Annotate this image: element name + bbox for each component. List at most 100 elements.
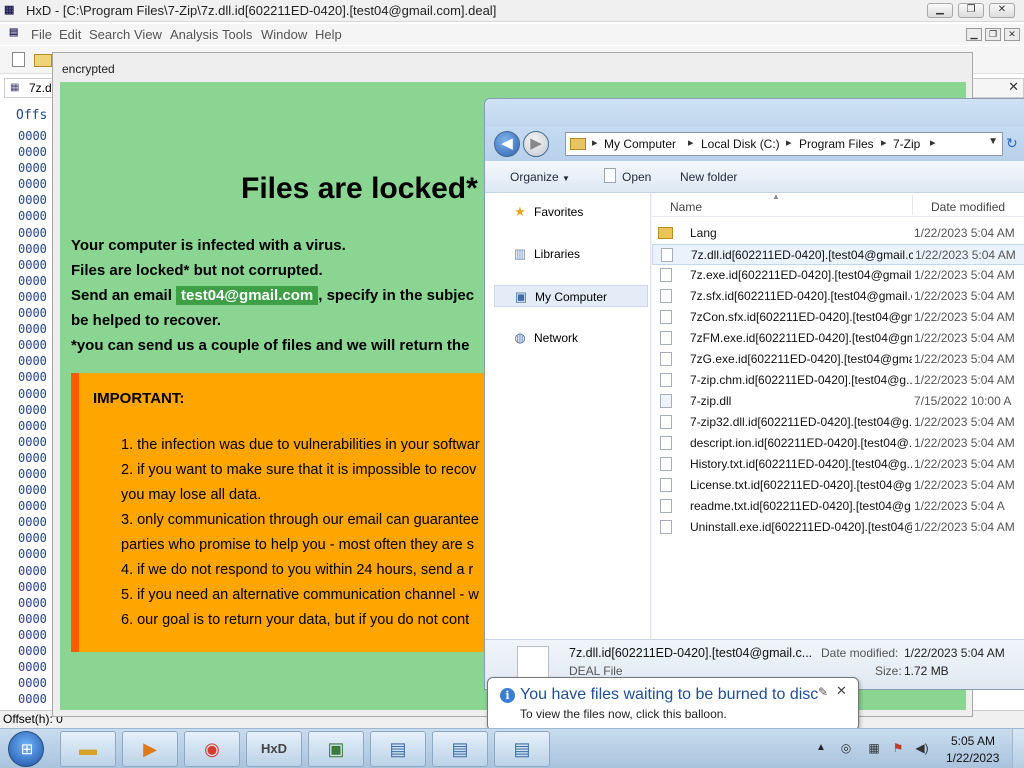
close-icon[interactable]: ✕ xyxy=(836,683,847,699)
file-row[interactable]: Uninstall.exe.id[602211ED-0420].[test04@… xyxy=(652,517,1024,538)
ransom-window-title: encrypted xyxy=(62,62,115,76)
new-folder-button[interactable]: New folder xyxy=(680,170,737,184)
file-row[interactable]: Lang 1/22/2023 5:04 AM xyxy=(652,223,1024,244)
menu-view[interactable]: View xyxy=(134,27,162,42)
offset-row: 0000 xyxy=(18,129,47,143)
mdi-minimize-button[interactable]: ▁ xyxy=(966,28,982,41)
forward-button[interactable]: ▶ xyxy=(523,131,549,157)
sort-arrow-icon: ▲ xyxy=(772,192,780,201)
offset-row: 0000 xyxy=(18,676,47,691)
open-button[interactable]: Open xyxy=(622,170,651,184)
address-bar[interactable]: ▸ My Computer ▸ Local Disk (C:) ▸ Progra… xyxy=(565,132,1003,156)
nav-item-libraries[interactable]: ▥ Libraries xyxy=(494,243,648,265)
column-header-name[interactable]: Name xyxy=(670,200,702,214)
menu-analysis[interactable]: Analysis xyxy=(170,27,218,42)
offset-row: 0000 xyxy=(18,306,47,321)
file-row[interactable]: 7z.dll.id[602211ED-0420].[test04@gmail.c… xyxy=(652,244,1024,265)
nav-item-label: Libraries xyxy=(534,247,581,261)
tray-expand-icon[interactable]: ▲ xyxy=(816,742,826,753)
open-folder-icon[interactable] xyxy=(34,54,52,67)
file-name: 7zG.exe.id[602211ED-0420].[test04@gmai..… xyxy=(690,352,912,366)
offset-row: 0000 xyxy=(18,289,47,304)
offset-row: 0000 xyxy=(18,402,47,417)
file-name: Uninstall.exe.id[602211ED-0420].[test04@… xyxy=(690,520,912,534)
menu-search[interactable]: Search xyxy=(89,27,130,42)
file-date-modified: 1/22/2023 5:04 AM xyxy=(914,520,1015,534)
details-date-modified-value: 1/22/2023 5:04 AM xyxy=(904,646,1005,660)
file-row[interactable]: 7z.sfx.id[602211ED-0420].[test04@gmail.c… xyxy=(652,286,1024,307)
file-row[interactable]: 7-zip32.dll.id[602211ED-0420].[test04@g.… xyxy=(652,412,1024,433)
breadcrumb-chevron-icon[interactable]: ▸ xyxy=(688,136,694,149)
breadcrumb-program-files[interactable]: Program Files xyxy=(799,137,874,151)
ransom-email[interactable]: test04@gmail.com xyxy=(176,286,319,305)
file-icon xyxy=(660,289,672,303)
menu-window[interactable]: Window xyxy=(261,27,307,42)
taskbar-app-chrome[interactable]: ◉ xyxy=(184,731,240,767)
breadcrumb-chevron-icon[interactable]: ▸ xyxy=(930,136,936,149)
offset-row: 0000 xyxy=(18,241,47,256)
options-icon[interactable]: ✎ xyxy=(818,685,828,699)
file-row[interactable]: History.txt.id[602211ED-0420].[test04@g.… xyxy=(652,454,1024,475)
maximize-button[interactable]: ❐ xyxy=(958,3,984,18)
file-row[interactable]: descript.ion.id[602211ED-0420].[test04@.… xyxy=(652,433,1024,454)
breadcrumb-local-disk[interactable]: Local Disk (C:) xyxy=(701,137,780,151)
column-header-date-modified[interactable]: Date modified xyxy=(931,200,1005,214)
menu-help[interactable]: Help xyxy=(315,27,342,42)
taskbar-app-task-manager[interactable]: ▣ xyxy=(308,731,364,767)
details-size-label: Size: xyxy=(875,664,902,678)
file-row[interactable]: 7zCon.sfx.id[602211ED-0420].[test04@gm..… xyxy=(652,307,1024,328)
ransom-line-4: be helped to recover. xyxy=(71,312,222,329)
nav-item-favorites[interactable]: ★ Favorites xyxy=(494,201,648,223)
action-center-icon[interactable]: ⚑ xyxy=(890,741,906,755)
file-row[interactable]: 7z.exe.id[602211ED-0420].[test04@gmail..… xyxy=(652,265,1024,286)
volume-icon[interactable]: ◀) xyxy=(914,741,930,755)
close-button[interactable]: ✕ xyxy=(989,3,1015,18)
address-dropdown-icon[interactable]: ▼ xyxy=(988,136,998,147)
nav-item-network[interactable]: ◍ Network xyxy=(494,327,648,349)
minimize-button[interactable]: ▁ xyxy=(927,3,953,18)
mdi-restore-button[interactable]: ❐ xyxy=(985,28,1001,41)
breadcrumb-my-computer[interactable]: My Computer xyxy=(604,137,676,151)
breadcrumb-7zip[interactable]: 7-Zip xyxy=(893,137,920,151)
taskbar-app-setup-1[interactable]: ▤ xyxy=(370,731,426,767)
start-button[interactable]: ⊞ xyxy=(8,731,44,767)
menu-tools[interactable]: Tools xyxy=(222,27,252,42)
menu-edit[interactable]: Edit xyxy=(59,27,81,42)
network-tray-icon[interactable]: ▦ xyxy=(866,741,882,755)
back-button[interactable]: ◀ xyxy=(494,131,520,157)
close-tab-icon[interactable]: ✕ xyxy=(1008,79,1019,95)
offset-row: 0000 xyxy=(18,338,47,353)
breadcrumb-chevron-icon[interactable]: ▸ xyxy=(592,136,598,149)
file-row[interactable]: 7-zip.dll 7/15/2022 10:00 A xyxy=(652,391,1024,412)
taskbar-app-hxd[interactable]: HxD xyxy=(246,731,302,767)
clock-date[interactable]: 1/22/2023 xyxy=(946,751,999,765)
folder-icon: ▬ xyxy=(79,739,97,759)
breadcrumb-chevron-icon[interactable]: ▸ xyxy=(881,136,887,149)
offset-row: 0000 xyxy=(18,209,47,224)
taskbar-app-explorer[interactable]: ▬ xyxy=(60,731,116,767)
file-row[interactable]: readme.txt.id[602211ED-0420].[test04@g..… xyxy=(652,496,1024,517)
organize-button[interactable]: Organize ▼ xyxy=(510,170,570,184)
file-row[interactable]: License.txt.id[602211ED-0420].[test04@g.… xyxy=(652,475,1024,496)
mdi-close-button[interactable]: ✕ xyxy=(1004,28,1020,41)
offset-row: 0000 xyxy=(18,644,47,658)
notification-balloon[interactable]: i You have files waiting to be burned to… xyxy=(487,677,859,731)
menu-file[interactable]: File xyxy=(31,27,52,42)
show-desktop-button[interactable] xyxy=(1012,729,1024,768)
file-row[interactable]: 7zFM.exe.id[602211ED-0420].[test04@gm...… xyxy=(652,328,1024,349)
taskbar-app-setup-2[interactable]: ▤ xyxy=(432,731,488,767)
refresh-icon[interactable]: ↻ xyxy=(1006,135,1018,152)
file-row[interactable]: 7zG.exe.id[602211ED-0420].[test04@gmai..… xyxy=(652,349,1024,370)
breadcrumb-chevron-icon[interactable]: ▸ xyxy=(786,136,792,149)
taskbar-app-setup-3[interactable]: ▤ xyxy=(494,731,550,767)
file-icon xyxy=(660,373,672,387)
file-row[interactable]: 7-zip.chm.id[602211ED-0420].[test04@g...… xyxy=(652,370,1024,391)
taskbar-app-media-player[interactable]: ▶ xyxy=(122,731,178,767)
clock-time[interactable]: 5:05 AM xyxy=(951,734,995,748)
disc-burn-icon[interactable]: ◎ xyxy=(838,741,854,755)
column-divider[interactable] xyxy=(912,195,913,215)
new-file-icon[interactable] xyxy=(12,52,25,67)
nav-item-my-computer[interactable]: ▣ My Computer xyxy=(494,285,648,307)
offset-row: 0000 xyxy=(18,225,47,240)
hxd-title-bar: ▦ HxD - [C:\Program Files\7-Zip\7z.dll.i… xyxy=(0,0,1024,22)
